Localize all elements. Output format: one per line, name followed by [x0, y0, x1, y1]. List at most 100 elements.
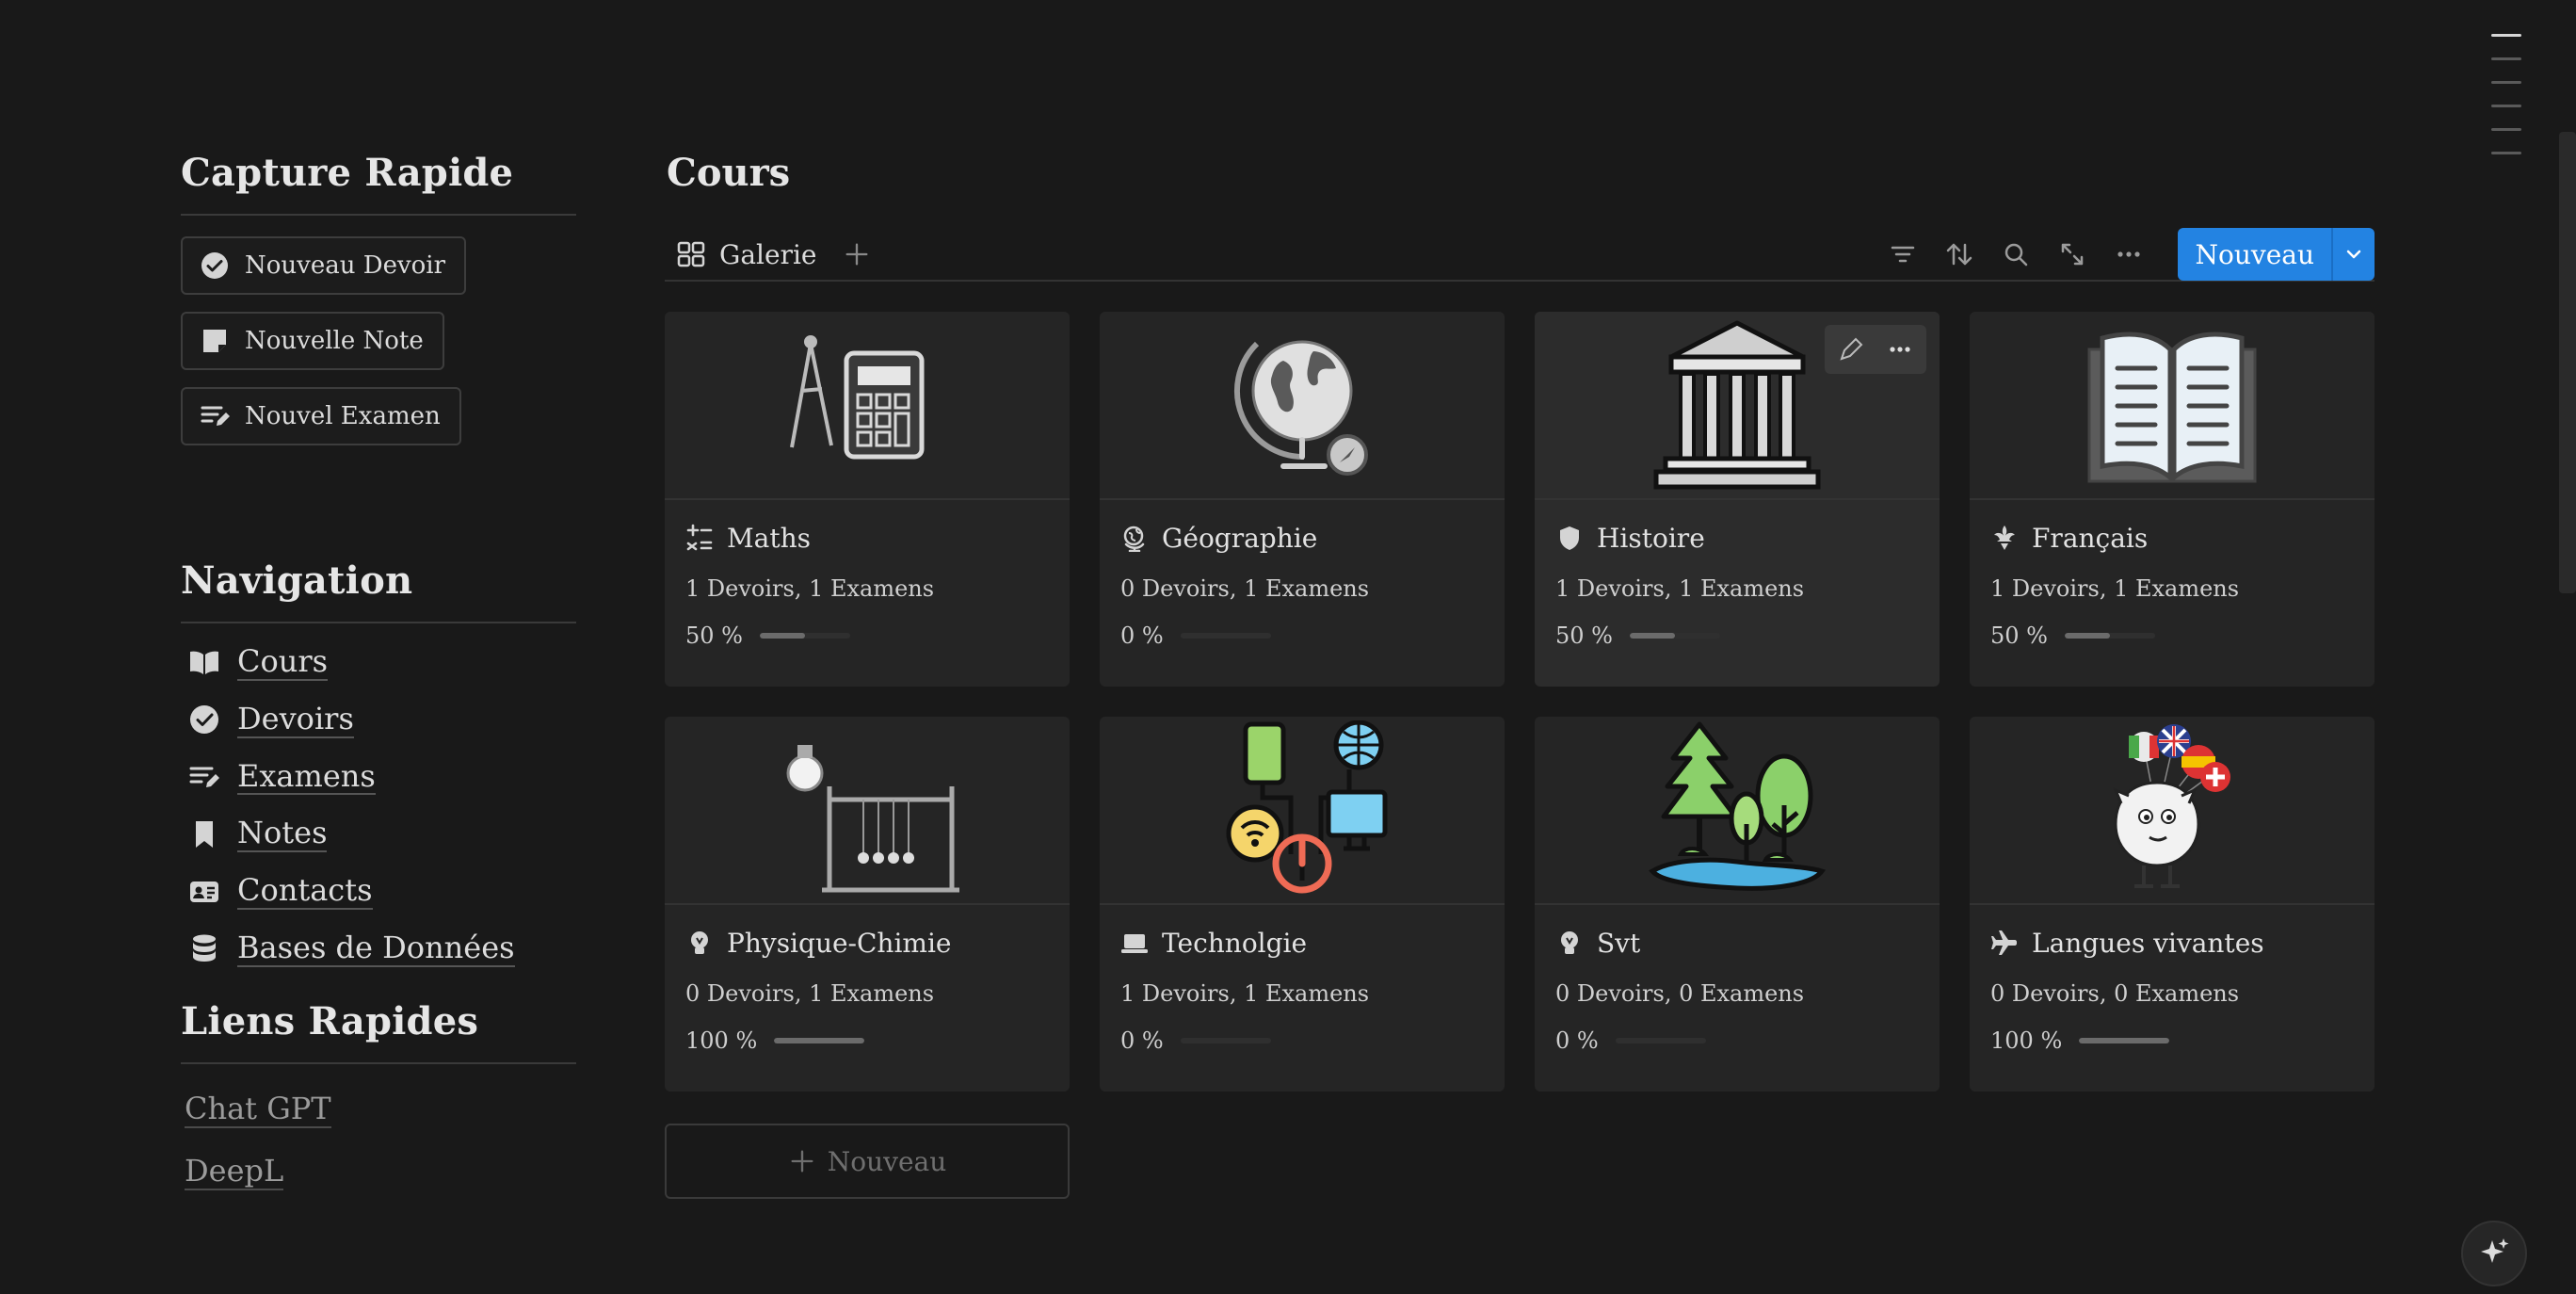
pencil-icon	[1840, 337, 1863, 361]
math-operators-icon	[686, 524, 713, 551]
course-stats: 1 Devoirs, 1 Examens	[685, 575, 935, 602]
course-card-geographie[interactable]: Géographie 0 Devoirs, 1 Examens 0 %	[1100, 312, 1505, 687]
progress-label: 50 %	[685, 623, 743, 649]
quick-capture-buttons: Nouveau Devoir Nouvelle Note Nouvel Exam…	[181, 236, 576, 445]
ai-assistant-button[interactable]	[2461, 1221, 2527, 1286]
table-of-contents[interactable]	[2491, 34, 2521, 154]
course-card-svt[interactable]: Svt 0 Devoirs, 0 Examens 0 %	[1535, 717, 1940, 1092]
toc-line[interactable]	[2491, 105, 2521, 107]
progress-label: 0 %	[1120, 1027, 1164, 1054]
course-progress: 50 %	[1555, 623, 1919, 649]
course-stats: 0 Devoirs, 0 Examens	[1990, 980, 2240, 1007]
card-cover	[1535, 717, 1940, 905]
course-name: Français	[2032, 522, 2149, 554]
scrollbar-thumb[interactable]	[2559, 132, 2576, 593]
link-deepl[interactable]: DeepL	[181, 1153, 576, 1191]
card-title: Histoire	[1555, 519, 1919, 557]
course-progress: 0 %	[1120, 1027, 1484, 1054]
progress-fill	[759, 633, 805, 639]
nav-item-notes[interactable]: Notes	[181, 815, 576, 853]
nav-item-label: Bases de Données	[237, 929, 515, 967]
toc-line[interactable]	[2491, 81, 2521, 84]
toc-line[interactable]	[2491, 128, 2521, 131]
nav-item-label: Contacts	[237, 872, 373, 910]
edit-card-button[interactable]	[1828, 329, 1874, 370]
shield-icon	[1560, 526, 1579, 550]
nav-item-contacts[interactable]: Contacts	[181, 873, 576, 910]
progress-label: 50 %	[1990, 623, 2048, 649]
more-options-button[interactable]	[2101, 228, 2157, 281]
course-stats: 0 Devoirs, 1 Examens	[685, 980, 935, 1007]
quick-capture-title: Capture Rapide	[181, 151, 576, 216]
course-card-physique-chimie[interactable]: Physique-Chimie 0 Devoirs, 1 Examens 100…	[665, 717, 1070, 1092]
navigation-title: Navigation	[181, 558, 576, 623]
new-entry-label[interactable]: Nouveau	[2178, 228, 2331, 281]
nav-item-label: Notes	[237, 815, 328, 853]
search-button[interactable]	[1988, 228, 2044, 281]
database-icon	[193, 934, 216, 962]
fleur-de-lis-icon	[1994, 526, 2015, 550]
compass-calculator-illustration	[790, 335, 925, 460]
course-name: Svt	[1597, 927, 1641, 959]
course-card-technologie[interactable]: Technolgie 1 Devoirs, 1 Examens 0 %	[1100, 717, 1505, 1092]
course-name: Histoire	[1597, 522, 1705, 554]
more-horizontal-icon	[1890, 347, 1910, 352]
course-progress: 50 %	[1990, 623, 2354, 649]
card-cover	[1970, 312, 2375, 500]
card-cover	[1970, 717, 2375, 905]
course-progress: 0 %	[1555, 1027, 1919, 1054]
newtons-cradle-illustration	[786, 745, 959, 893]
course-card-histoire[interactable]: Histoire 1 Devoirs, 1 Examens 50 %	[1535, 312, 1940, 687]
toc-line[interactable]	[2491, 34, 2521, 37]
progress-bar	[774, 1038, 865, 1043]
nav-item-label: Devoirs	[237, 700, 354, 738]
toc-line[interactable]	[2491, 57, 2521, 60]
add-course-label: Nouveau	[827, 1145, 947, 1177]
course-card-langues-vivantes[interactable]: Langues vivantes 0 Devoirs, 0 Examens 10…	[1970, 717, 2375, 1092]
nav-item-devoirs[interactable]: Devoirs	[181, 700, 576, 738]
progress-fill	[774, 1038, 865, 1043]
card-title: Technolgie	[1120, 924, 1484, 962]
new-note-button[interactable]: Nouvelle Note	[181, 312, 444, 370]
balloons-character-illustration	[2113, 724, 2230, 888]
card-title: Géographie	[1120, 519, 1484, 557]
expand-button[interactable]	[2044, 228, 2101, 281]
nav-item-examens[interactable]: Examens	[181, 758, 576, 796]
add-course-button[interactable]: Nouveau	[665, 1124, 1070, 1199]
sort-button[interactable]	[1931, 228, 1988, 281]
card-title: Maths	[685, 519, 1049, 557]
nav-item-label: Cours	[237, 643, 329, 681]
list-edit-icon	[201, 406, 230, 426]
course-progress: 0 %	[1120, 623, 1484, 649]
new-homework-label: Nouveau Devoir	[245, 251, 446, 280]
progress-bar	[1180, 1038, 1271, 1043]
link-label: DeepL	[185, 1153, 284, 1191]
filter-icon	[1892, 246, 1915, 263]
add-view-button[interactable]	[840, 237, 874, 271]
airplane-icon	[1991, 930, 2017, 955]
course-card-maths[interactable]: Maths 1 Devoirs, 1 Examens 50 %	[665, 312, 1070, 687]
new-exam-label: Nouvel Examen	[245, 402, 441, 430]
progress-bar	[1629, 633, 1720, 639]
progress-fill	[2079, 1038, 2170, 1043]
left-column: Capture Rapide Nouveau Devoir Nouvelle N…	[181, 151, 576, 1191]
nav-item-cours[interactable]: Cours	[181, 644, 576, 681]
database-toolbar: Galerie Nouveau	[665, 228, 2375, 282]
nav-item-databases[interactable]: Bases de Données	[181, 930, 576, 967]
toc-line[interactable]	[2491, 152, 2521, 154]
course-stats: 0 Devoirs, 0 Examens	[1555, 980, 1805, 1007]
card-hover-actions	[1825, 325, 1926, 374]
card-more-button[interactable]	[1877, 329, 1923, 370]
quick-links-title: Liens Rapides	[181, 999, 576, 1064]
progress-fill	[2064, 633, 2110, 639]
tab-galerie[interactable]: Galerie	[665, 228, 829, 281]
new-entry-button[interactable]: Nouveau	[2178, 228, 2375, 281]
new-homework-button[interactable]: Nouveau Devoir	[181, 236, 467, 295]
chevron-down-icon	[2346, 250, 2361, 259]
link-chatgpt[interactable]: Chat GPT	[181, 1090, 576, 1128]
course-card-francais[interactable]: Français 1 Devoirs, 1 Examens 50 %	[1970, 312, 2375, 687]
new-entry-dropdown[interactable]	[2331, 228, 2375, 281]
expand-icon	[2062, 243, 2084, 266]
filter-button[interactable]	[1875, 228, 1931, 281]
new-exam-button[interactable]: Nouvel Examen	[181, 387, 461, 445]
